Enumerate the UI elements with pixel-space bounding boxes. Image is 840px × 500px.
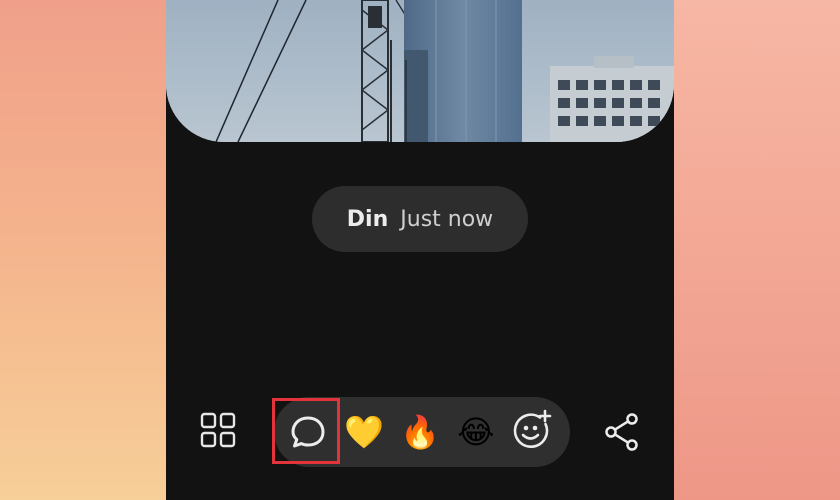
post-photo[interactable]	[166, 0, 674, 142]
post-caption-pill[interactable]: Din Just now	[312, 186, 528, 252]
fire-icon: 🔥	[400, 413, 440, 451]
smiley-plus-icon	[513, 409, 552, 448]
author-name[interactable]: Din	[347, 207, 388, 232]
chat-bubble-icon	[291, 416, 325, 448]
background-right	[674, 0, 840, 500]
yellow-heart-icon: 💛	[344, 413, 384, 451]
grid-icon	[200, 412, 236, 448]
tears-of-joy-icon: 😂	[457, 413, 495, 451]
share-icon	[605, 413, 638, 451]
add-reaction-button[interactable]	[510, 408, 554, 452]
reaction-yellow-heart-button[interactable]: 💛	[342, 410, 386, 454]
screenshot-frame: Din Just now 💛 🔥 😂	[0, 0, 840, 500]
post-timestamp: Just now	[400, 206, 494, 232]
reaction-tears-of-joy-button[interactable]: 😂	[454, 410, 498, 454]
comment-button[interactable]	[274, 398, 342, 466]
grid-view-button[interactable]	[200, 412, 236, 448]
share-button[interactable]	[604, 412, 640, 452]
reaction-fire-button[interactable]: 🔥	[398, 410, 442, 454]
phone-screen: Din Just now 💛 🔥 😂	[166, 0, 674, 500]
